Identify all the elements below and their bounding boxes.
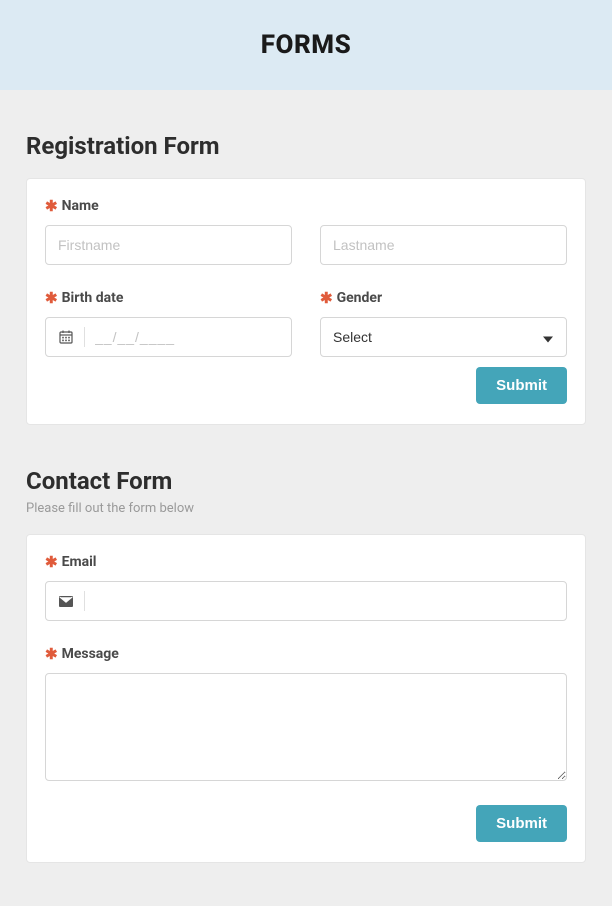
birthdate-input-group[interactable]	[45, 317, 292, 357]
page-header: FORMS	[0, 0, 612, 90]
page-title: FORMS	[0, 30, 612, 60]
gender-label-text: Gender	[337, 290, 383, 306]
message-textarea[interactable]	[45, 673, 567, 781]
contact-title: Contact Form	[26, 467, 586, 495]
required-asterisk-icon: ✱	[45, 197, 58, 215]
required-asterisk-icon: ✱	[320, 289, 333, 307]
contact-submit-button[interactable]: Submit	[476, 805, 567, 842]
gender-select[interactable]: Select	[320, 317, 567, 357]
required-asterisk-icon: ✱	[45, 553, 58, 571]
gender-label: ✱Gender	[320, 289, 567, 307]
birthdate-label: ✱Birth date	[45, 289, 292, 307]
envelope-icon	[58, 596, 74, 607]
firstname-input[interactable]	[45, 225, 292, 265]
registration-card: ✱Name ✱Birth date	[26, 178, 586, 425]
email-input[interactable]	[95, 582, 554, 620]
name-label: ✱Name	[45, 197, 567, 215]
contact-card: ✱Email ✱Message Submit	[26, 534, 586, 863]
name-label-text: Name	[62, 198, 99, 214]
registration-submit-button[interactable]: Submit	[476, 367, 567, 404]
contact-subtitle: Please fill out the form below	[26, 501, 586, 516]
calendar-icon	[58, 330, 74, 344]
birthdate-label-text: Birth date	[62, 290, 124, 306]
birthdate-input[interactable]	[95, 318, 279, 356]
registration-title: Registration Form	[26, 132, 586, 160]
divider	[84, 591, 85, 611]
message-label-text: Message	[62, 646, 119, 662]
email-label: ✱Email	[45, 553, 567, 571]
message-label: ✱Message	[45, 645, 567, 663]
required-asterisk-icon: ✱	[45, 289, 58, 307]
email-label-text: Email	[62, 554, 97, 570]
required-asterisk-icon: ✱	[45, 645, 58, 663]
email-input-group[interactable]	[45, 581, 567, 621]
divider	[84, 327, 85, 347]
lastname-input[interactable]	[320, 225, 567, 265]
